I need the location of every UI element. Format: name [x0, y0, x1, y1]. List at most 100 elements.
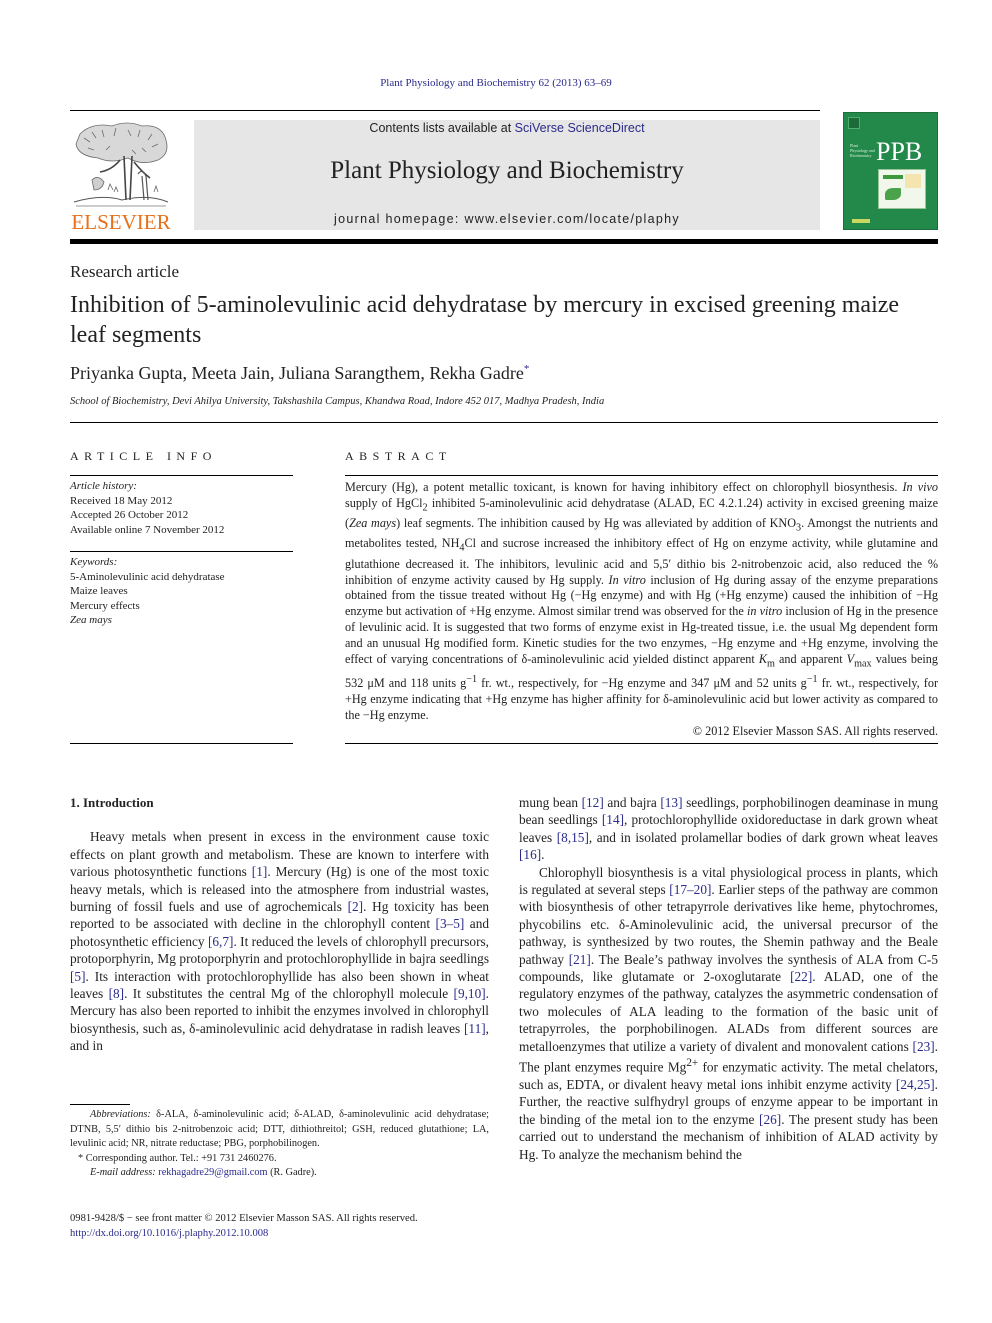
reference-link[interactable]: [22] — [790, 969, 812, 984]
abstract-italic: V — [846, 651, 855, 666]
reference-link[interactable]: [6,7] — [208, 934, 233, 949]
body-text: and bajra — [603, 795, 661, 810]
reference-link[interactable]: [2] — [348, 899, 364, 914]
keywords-rule — [70, 551, 293, 552]
email-label: E-mail address: — [90, 1167, 156, 1179]
abstract-heading: ABSTRACT — [345, 449, 452, 463]
reference-link[interactable]: [8,15] — [557, 830, 589, 845]
article-info-rule — [70, 475, 293, 476]
journal-title: Plant Physiology and Biochemistry — [330, 157, 684, 184]
email-suffix: (R. Gadre). — [267, 1167, 317, 1179]
history-accepted: Accepted 26 October 2012 — [70, 509, 189, 522]
reference-link[interactable]: [9,10] — [454, 986, 486, 1001]
front-matter: 0981-9428/$ − see front matter © 2012 El… — [70, 1212, 510, 1241]
abstract-italic: In vitro — [608, 572, 646, 587]
article-title: Inhibition of 5-aminolevulinic acid dehy… — [70, 292, 900, 348]
body-column-right: mung bean [12] and bajra [13] seedlings,… — [519, 794, 938, 1163]
keyword: Zea mays — [70, 614, 112, 627]
superscript: −1 — [466, 674, 478, 686]
history-label: Article history: — [70, 480, 137, 492]
reference-link[interactable]: [14] — [602, 812, 624, 827]
article-info-end-rule — [70, 743, 293, 744]
elsevier-tree-icon — [73, 122, 169, 207]
reference-link[interactable]: [21] — [569, 952, 591, 967]
cover-small-title: Plant Physiology and Biochemistry — [850, 143, 875, 158]
front-matter-text: 0981-9428/$ − see front matter © 2012 El… — [70, 1213, 418, 1224]
homepage-link[interactable]: www.elsevier.com/locate/plaphy — [464, 212, 679, 226]
abstract-italic: K — [758, 651, 767, 666]
subscript: m — [766, 658, 775, 670]
abstract-italic: In vivo — [902, 480, 939, 494]
body-paragraph: Chlorophyll biosynthesis is a vital phys… — [519, 864, 938, 1163]
contents-line: Contents lists available at SciVerse Sci… — [194, 121, 820, 135]
keywords-label: Keywords: — [70, 556, 118, 568]
elsevier-wordmark: ELSEVIER — [71, 210, 171, 234]
superscript: −1 — [806, 674, 818, 686]
history-received: Received 18 May 2012 — [70, 494, 173, 507]
doi-link[interactable]: http://dx.doi.org/10.1016/j.plaphy.2012.… — [70, 1228, 268, 1239]
reference-link[interactable]: [13] — [660, 795, 682, 810]
reference-link[interactable]: [1] — [252, 864, 268, 879]
cover-footer-mark — [852, 219, 870, 223]
article-history: Article history: Received 18 May 2012 Ac… — [70, 479, 293, 537]
corresponding-author-footnote: * Corresponding author. Tel.: +91 731 24… — [78, 1152, 277, 1164]
body-text: mung bean — [519, 795, 582, 810]
history-online: Available online 7 November 2012 — [70, 523, 225, 536]
header-rule — [70, 110, 820, 111]
keyword: Mercury effects — [70, 599, 140, 612]
author-list: Priyanka Gupta, Meeta Jain, Juliana Sara… — [70, 363, 529, 384]
corresponding-author-mark[interactable]: * — [524, 363, 530, 375]
abstract-text: supply of HgCl — [345, 495, 423, 510]
footnotes: Abbreviations: δ-ALA, δ-aminolevulinic a… — [70, 1108, 489, 1181]
contents-prefix: Contents lists available at — [369, 121, 515, 135]
abstract-italic: in vitro — [746, 604, 783, 619]
abbreviations-footnote: Abbreviations: δ-ALA, δ-aminolevulinic a… — [70, 1108, 489, 1152]
cover-figure-panel — [905, 174, 921, 188]
reference-link[interactable]: [16] — [519, 847, 541, 862]
journal-banner: Contents lists available at SciVerse Sci… — [194, 120, 820, 230]
footnote-rule — [70, 1104, 130, 1105]
superscript: 2+ — [686, 1057, 699, 1070]
reference-link[interactable]: [11] — [464, 1021, 486, 1036]
sciencedirect-link[interactable]: SciVerse ScienceDirect — [515, 121, 645, 135]
reference-link[interactable]: [23] — [913, 1039, 935, 1054]
affiliation-rule — [70, 422, 938, 423]
cover-abbrev: PPB — [876, 137, 923, 166]
journal-homepage: journal homepage: www.elsevier.com/locat… — [194, 212, 820, 226]
reference-link[interactable]: [12] — [582, 795, 604, 810]
article-type: Research article — [70, 262, 180, 281]
abstract-copyright: © 2012 Elsevier Masson SAS. All rights r… — [692, 723, 938, 738]
abstract-rule — [345, 475, 938, 476]
email-footnote: E-mail address: rekhagadre29@gmail.com (… — [70, 1166, 489, 1181]
body-text: . It substitutes the central Mg of the c… — [124, 986, 454, 1002]
article-info-heading: ARTICLE INFO — [70, 449, 217, 463]
abstract-italic: Zea mays — [349, 516, 397, 531]
subscript: max — [854, 658, 872, 670]
section-heading-introduction: 1. Introduction — [70, 795, 154, 810]
email-link[interactable]: rekhagadre29@gmail.com — [158, 1167, 267, 1178]
body-paragraph: Heavy metals when present in excess in t… — [70, 828, 489, 1054]
abstract-text: and apparent — [774, 651, 847, 666]
keywords: Keywords: 5-Aminolevulinic acid dehydrat… — [70, 555, 293, 628]
journal-citation[interactable]: Plant Physiology and Biochemistry 62 (20… — [0, 77, 992, 89]
homepage-prefix: journal homepage: — [334, 212, 465, 226]
abstract-text: Mercury (Hg), a potent metallic toxicant… — [345, 480, 903, 494]
elsevier-logo[interactable]: ELSEVIER — [70, 120, 172, 234]
reference-link[interactable]: [5] — [70, 969, 86, 984]
cover-figure-bar — [883, 175, 903, 179]
body-column-left: 1. Introduction Heavy metals when presen… — [70, 794, 489, 1055]
reference-link[interactable]: [8] — [109, 986, 125, 1001]
abstract-body: Mercury (Hg), a potent metallic toxicant… — [345, 480, 938, 739]
reference-link[interactable]: [26] — [759, 1112, 781, 1127]
reference-link[interactable]: [3–5] — [436, 916, 465, 931]
body-text: , and in isolated prolamellar bodies of … — [588, 829, 938, 845]
header-thick-rule — [70, 239, 938, 244]
keyword: 5-Aminolevulinic acid dehydratase — [70, 570, 225, 583]
reference-link[interactable]: [24,25] — [896, 1077, 935, 1092]
abbreviations-label: Abbreviations: — [90, 1109, 151, 1120]
journal-cover-thumbnail[interactable]: Plant Physiology and Biochemistry PPB — [843, 112, 938, 230]
reference-link[interactable]: [17–20] — [669, 882, 711, 897]
abstract-text: ) leaf segments. The inhibition caused b… — [396, 516, 796, 531]
cover-figure — [878, 169, 926, 209]
cover-elsevier-icon — [848, 117, 860, 129]
